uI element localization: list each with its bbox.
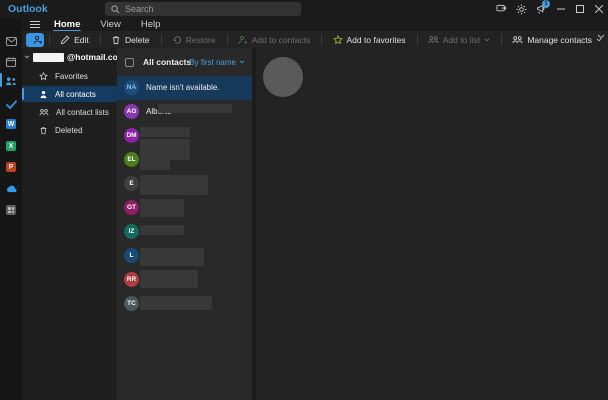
title-bar: Outlook Search 1 [0, 0, 608, 18]
tab-help[interactable]: Help [131, 18, 171, 31]
app-logo-text: Outlook [8, 3, 48, 15]
redacted-text-block [140, 139, 190, 160]
trash-icon [39, 126, 48, 135]
new-contact-button[interactable]: New contact [26, 33, 44, 47]
redacted-text-block [140, 199, 184, 217]
window-close-button[interactable] [589, 0, 608, 18]
person-add-icon [238, 35, 248, 45]
rail-word-icon[interactable]: W [0, 116, 22, 132]
contact-avatar: AG [124, 104, 139, 119]
person-icon [39, 90, 48, 99]
people-settings-icon [512, 35, 523, 45]
contact-row[interactable]: GT [117, 196, 252, 220]
redacted-text-block [158, 104, 232, 113]
redacted-text-block [140, 225, 184, 235]
search-input[interactable]: Search [105, 2, 301, 16]
rail-people-icon[interactable] [0, 73, 22, 89]
rail-calendar-icon[interactable] [0, 54, 22, 70]
account-name-redacted [33, 53, 64, 62]
sidebar-item-all-contacts[interactable]: All contacts [22, 86, 117, 102]
contact-list-pane: All contacts By first name NA Name isn't… [117, 48, 252, 400]
tab-home[interactable]: Home [44, 18, 90, 31]
ribbon-toolbar: New contact Edit Delete Restore Add to c… [22, 31, 608, 48]
delete-button[interactable]: Delete [105, 33, 156, 47]
person-add-icon [33, 35, 43, 45]
contact-list-title: All contacts [143, 57, 191, 67]
notification-badge: 1 [542, 0, 550, 8]
redacted-text-block [140, 127, 190, 137]
contact-row[interactable]: AG Alberto [117, 100, 252, 124]
rail-todo-icon[interactable] [0, 96, 22, 112]
chevron-expand-icon[interactable] [24, 55, 30, 59]
contact-row[interactable]: DM [117, 124, 252, 148]
contact-avatar: RR [124, 272, 139, 287]
new-contact-split-button[interactable]: New contact [26, 33, 44, 47]
contact-avatar: NA [124, 80, 139, 95]
pencil-icon [60, 35, 70, 45]
redacted-text-block [140, 160, 170, 170]
hamburger-menu-icon[interactable] [22, 21, 44, 29]
contact-row[interactable]: IZ [117, 220, 252, 244]
sidebar-item-favorites[interactable]: Favorites [22, 68, 117, 84]
contact-row[interactable]: NA Name isn't available. [117, 76, 252, 100]
chevron-down-icon [484, 38, 490, 42]
settings-gear-icon[interactable] [511, 0, 531, 18]
window-minimize-button[interactable] [551, 0, 570, 18]
share-to-device-icon[interactable] [491, 0, 511, 18]
people-list-icon [428, 35, 439, 45]
contact-avatar: DM [124, 128, 139, 143]
contact-avatar: L [124, 248, 139, 263]
star-icon [39, 72, 48, 81]
contact-detail-avatar [263, 57, 303, 97]
contact-avatar: EL [124, 152, 139, 167]
rail-excel-icon[interactable]: X [0, 138, 22, 154]
chevron-down-icon [239, 60, 245, 64]
sidebar-item-deleted[interactable]: Deleted [22, 122, 117, 138]
manage-contacts-button[interactable]: Manage contacts [506, 33, 608, 47]
restore-button[interactable]: Restore [166, 33, 222, 47]
add-to-contacts-button[interactable]: Add to contacts [232, 33, 317, 47]
whats-new-megaphone-icon[interactable]: 1 [531, 0, 551, 18]
restore-icon [172, 35, 182, 45]
sort-dropdown[interactable]: By first name [189, 58, 245, 67]
ribbon-collapse-chevron-icon[interactable] [597, 34, 605, 40]
select-all-checkbox[interactable] [125, 58, 134, 67]
search-icon [111, 5, 120, 14]
contact-row[interactable]: TC [117, 292, 252, 316]
window-maximize-button[interactable] [570, 0, 589, 18]
add-to-list-button[interactable]: Add to list [422, 33, 496, 47]
redacted-text-block [140, 296, 212, 310]
contact-avatar: GT [124, 200, 139, 215]
redacted-text-block [140, 175, 208, 195]
rail-onedrive-icon[interactable] [0, 181, 22, 197]
contact-detail-pane [256, 48, 608, 400]
contact-avatar: E [124, 176, 139, 191]
account-header[interactable]: @hotmail.com [24, 52, 125, 62]
star-add-icon [333, 35, 343, 45]
contact-rows: NA Name isn't available. AG Alberto DM E… [117, 76, 252, 316]
search-placeholder: Search [125, 4, 154, 14]
rail-mail-icon[interactable] [0, 33, 22, 49]
contact-row[interactable]: E [117, 172, 252, 196]
sidebar-item-all-contact-lists[interactable]: All contact lists [22, 104, 117, 120]
redacted-text-block [140, 270, 198, 288]
folder-pane: @hotmail.com Favorites All contacts All … [22, 48, 117, 400]
redacted-text-block [140, 248, 204, 266]
edit-button[interactable]: Edit [54, 33, 95, 47]
contact-avatar: IZ [124, 224, 139, 239]
rail-powerpoint-icon[interactable]: P [0, 159, 22, 175]
add-to-favorites-button[interactable]: Add to favorites [327, 33, 412, 47]
contact-row[interactable]: RR [117, 268, 252, 292]
people-list-icon [39, 108, 49, 117]
contact-name: Name isn't available. [146, 83, 220, 92]
ribbon-tab-bar: Home View Help [22, 18, 608, 31]
contact-list-header: All contacts By first name [117, 50, 252, 74]
app-rail: W X P [0, 18, 22, 400]
contact-row[interactable]: L [117, 244, 252, 268]
trash-icon [111, 35, 121, 45]
contact-avatar: TC [124, 296, 139, 311]
rail-more-apps-icon[interactable] [0, 202, 22, 218]
tab-view[interactable]: View [90, 18, 130, 31]
